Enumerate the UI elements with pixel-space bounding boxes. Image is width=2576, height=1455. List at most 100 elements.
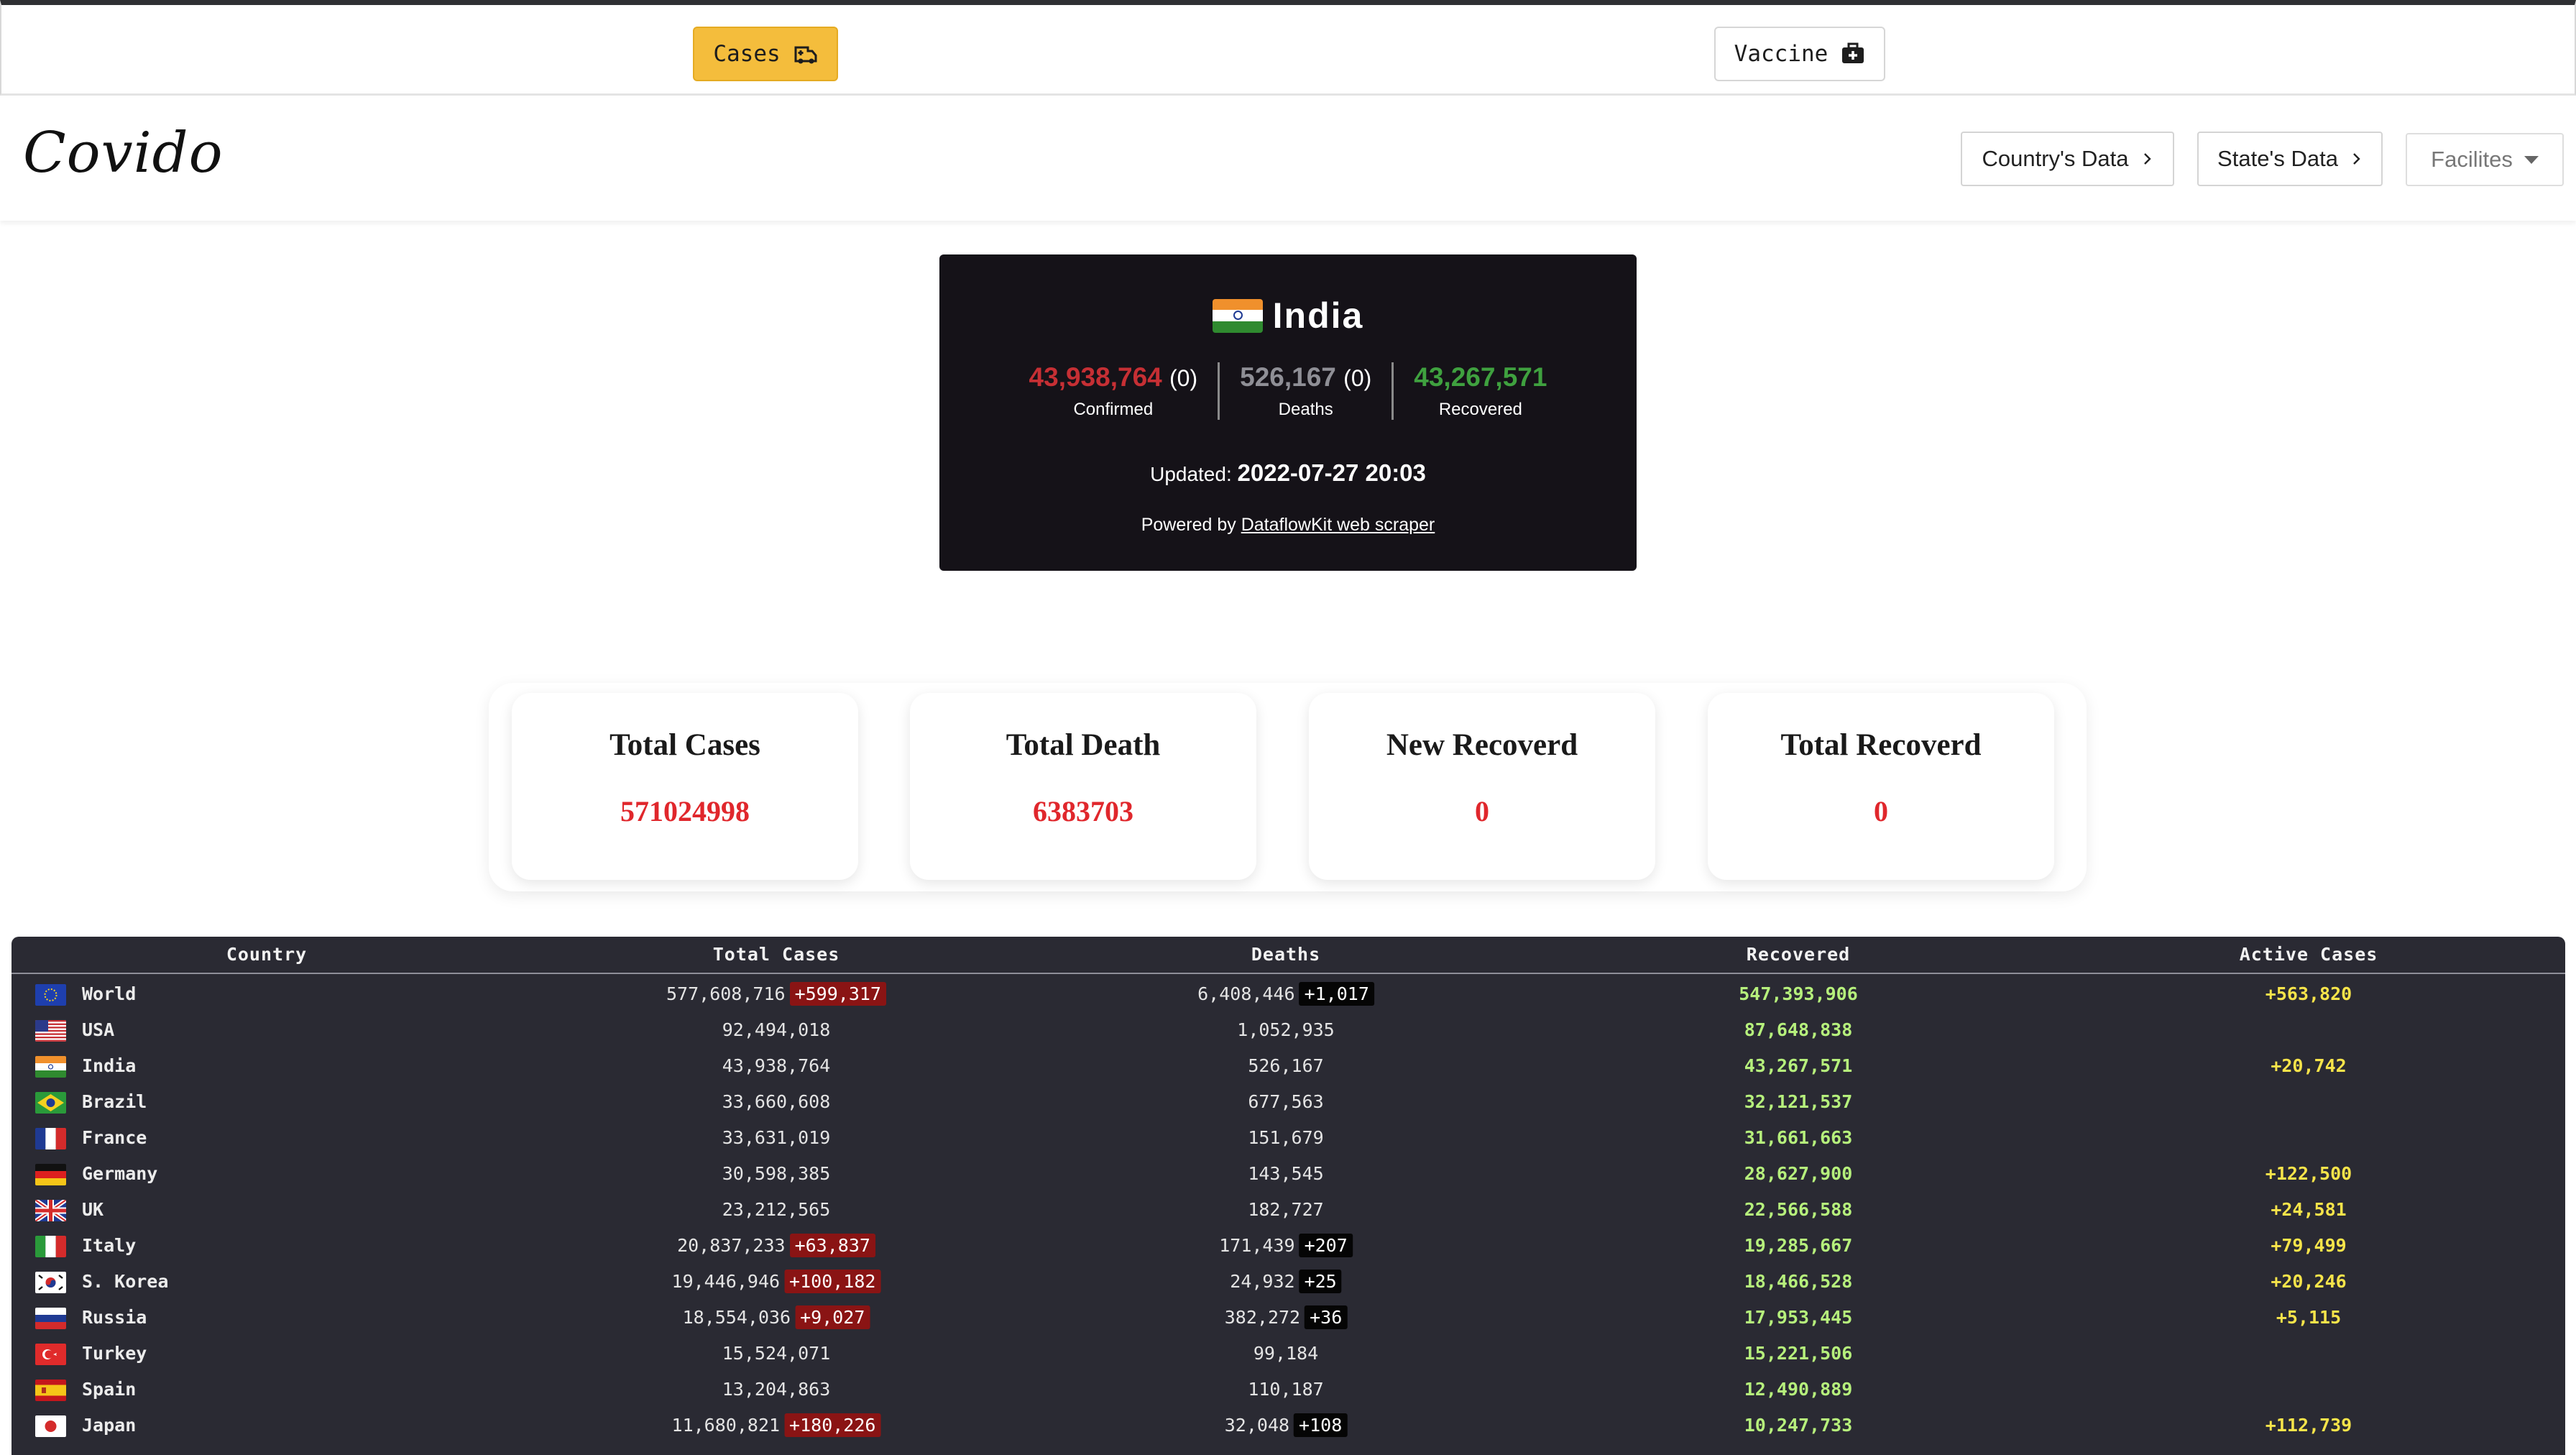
deaths-value: 6,408,446 xyxy=(1197,983,1295,1004)
gb-flag-icon xyxy=(35,1200,66,1221)
deaths-cell: 6,408,446 +1,017 xyxy=(1197,982,1374,1006)
country-name[interactable]: Russia xyxy=(82,1307,147,1328)
cases-tab[interactable]: Cases xyxy=(693,27,838,81)
vaccine-tab-label: Vaccine xyxy=(1734,41,1828,67)
country-name[interactable]: World xyxy=(82,983,136,1004)
deaths-value: 143,545 xyxy=(1248,1163,1324,1184)
ambulance-icon xyxy=(794,46,817,64)
deaths-cell: 99,184 xyxy=(1254,1343,1318,1364)
medical-kit-icon xyxy=(1842,42,1864,63)
total-cases-value: 33,660,608 xyxy=(722,1091,831,1112)
total-recovered-value: 0 xyxy=(1874,795,1888,827)
dataflowkit-link[interactable]: DataflowKit web scraper xyxy=(1241,515,1435,535)
table-row: France 33,631,019 151,679 31,661,663 xyxy=(12,1120,2565,1156)
country-name[interactable]: USA xyxy=(82,1019,114,1040)
active-cases-cell: +112,739 xyxy=(2265,1415,2352,1436)
active-cases-cell: +20,246 xyxy=(2271,1271,2347,1292)
deaths-cell: 143,545 xyxy=(1248,1163,1323,1184)
total-cases-cell: 19,446,946 +100,182 xyxy=(671,1270,881,1293)
recovered-label: Recovered xyxy=(1438,400,1522,419)
deaths-cell: 382,272 +36 xyxy=(1225,1305,1348,1329)
country-name[interactable]: France xyxy=(82,1127,147,1148)
recovered-cell: 547,393,906 xyxy=(1739,983,1858,1004)
fr-flag-icon xyxy=(35,1128,66,1149)
recovered-cell: 17,953,445 xyxy=(1744,1307,1853,1328)
recovered-cell: 31,661,663 xyxy=(1744,1127,1853,1148)
total-cases-value: 30,598,385 xyxy=(722,1163,831,1184)
header-total-cases[interactable]: Total Cases xyxy=(713,944,840,965)
summary-cards-container: Total Cases 571024998 Total Death 638370… xyxy=(489,683,2087,891)
recovered-cell: 43,267,571 xyxy=(1744,1055,1853,1076)
total-cases-value: 92,494,018 xyxy=(722,1019,831,1040)
deaths-stat: 526,167 (0) Deaths xyxy=(1218,362,1392,420)
recovered-cell: 28,627,900 xyxy=(1744,1163,1853,1184)
total-cases-cell: 33,660,608 xyxy=(722,1091,831,1112)
caret-down-icon xyxy=(2524,155,2539,164)
country-name[interactable]: India xyxy=(82,1055,136,1076)
it-flag-icon xyxy=(35,1236,66,1257)
country-name[interactable]: Italy xyxy=(82,1235,136,1256)
header-country[interactable]: Country xyxy=(226,944,307,965)
active-cases-cell: +79,499 xyxy=(2271,1235,2347,1256)
table-header: Country Total Cases Deaths Recovered Act… xyxy=(12,937,2565,974)
recovered-cell: 19,285,667 xyxy=(1744,1235,1853,1256)
header-recovered[interactable]: Recovered xyxy=(1747,944,1850,965)
new-recovered-title: New Recoverd xyxy=(1386,728,1578,762)
total-cases-cell: 18,554,036 +9,027 xyxy=(683,1305,870,1329)
app-logo[interactable]: Covido xyxy=(23,121,224,185)
cases-tab-label: Cases xyxy=(713,41,781,67)
country-name[interactable]: Turkey xyxy=(82,1343,147,1364)
country-name[interactable]: UK xyxy=(82,1199,104,1220)
total-cases-value: 23,212,565 xyxy=(722,1199,831,1220)
table-row: Spain 13,204,863 110,187 12,490,889 xyxy=(12,1372,2565,1408)
deaths-value: 110,187 xyxy=(1248,1379,1324,1400)
india-card-title: India xyxy=(1272,295,1364,336)
new-recovered-value: 0 xyxy=(1475,795,1489,827)
total-cases-cell: 23,212,565 xyxy=(722,1199,831,1220)
active-cases-cell: +563,820 xyxy=(2265,983,2352,1004)
deaths-cell: 182,727 xyxy=(1248,1199,1323,1220)
active-cases-cell: +122,500 xyxy=(2265,1163,2352,1184)
country-name[interactable]: S. Korea xyxy=(82,1271,168,1292)
table-row: Japan 11,680,821 +180,226 32,048 +108 10,247,… xyxy=(12,1408,2565,1443)
deaths-cell: 151,679 xyxy=(1248,1127,1323,1148)
updated-line: Updated: 2022-07-27 20:03 xyxy=(939,459,1637,487)
ru-flag-icon xyxy=(35,1308,66,1329)
vaccine-tab[interactable]: Vaccine xyxy=(1714,27,1885,81)
total-cases-cell: 11,680,821 +180,226 xyxy=(672,1413,881,1437)
total-cases-value: 577,608,716 xyxy=(666,983,786,1004)
new-deaths-badge: +108 xyxy=(1294,1413,1348,1437)
deaths-value: 24,932 xyxy=(1230,1271,1295,1292)
new-recovered-card: New Recoverd 0 xyxy=(1309,693,1655,880)
total-recovered-card: Total Recoverd 0 xyxy=(1708,693,2054,880)
chevron-right-icon xyxy=(2143,153,2151,165)
countrys-data-button[interactable]: Country's Data xyxy=(1961,132,2174,186)
top-tab-bar: Cases Vaccine xyxy=(0,0,2576,96)
deaths-cell: 24,932 +25 xyxy=(1230,1270,1342,1293)
deaths-cell: 526,167 xyxy=(1248,1055,1323,1076)
deaths-value: 99,184 xyxy=(1253,1343,1319,1364)
recovered-cell: 22,566,588 xyxy=(1744,1199,1853,1220)
country-name[interactable]: Brazil xyxy=(82,1091,147,1112)
header-deaths[interactable]: Deaths xyxy=(1251,944,1320,965)
new-deaths-badge: +1,017 xyxy=(1299,982,1374,1006)
country-name[interactable]: Germany xyxy=(82,1163,157,1184)
states-data-button[interactable]: State's Data xyxy=(2197,132,2383,186)
deaths-value: 677,563 xyxy=(1248,1091,1324,1112)
total-cases-cell: 20,837,233 +63,837 xyxy=(677,1234,875,1257)
total-cases-value: 33,631,019 xyxy=(722,1127,831,1148)
new-cases-badge: +100,182 xyxy=(784,1270,881,1293)
country-name[interactable]: Japan xyxy=(82,1415,136,1436)
recovered-value: 43,267,571 xyxy=(1414,362,1547,392)
new-cases-badge: +599,317 xyxy=(789,982,886,1006)
header-active-cases[interactable]: Active Cases xyxy=(2240,944,2378,965)
india-summary-card: India 43,938,764 (0) Confirmed 526,167 (… xyxy=(939,254,1637,571)
table-row: World 577,608,716 +599,317 6,408,446 +1,017 5… xyxy=(12,976,2565,1012)
total-cases-value: 19,446,946 xyxy=(671,1271,781,1292)
us-flag-icon xyxy=(35,1020,66,1042)
india-stats: 43,938,764 (0) Confirmed 526,167 (0) Dea… xyxy=(939,362,1637,420)
facilities-dropdown[interactable]: Facilites xyxy=(2406,133,2564,186)
total-cases-cell: 33,631,019 xyxy=(722,1127,831,1148)
country-name[interactable]: Spain xyxy=(82,1379,136,1400)
deaths-cell: 32,048 +108 xyxy=(1225,1413,1348,1437)
